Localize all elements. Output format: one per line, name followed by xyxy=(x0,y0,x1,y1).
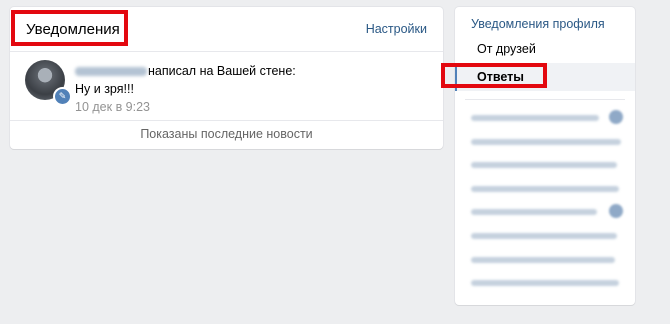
blurred-list-item[interactable] xyxy=(471,249,629,273)
avatar[interactable]: ✎ xyxy=(25,60,72,106)
notification-time[interactable]: 10 дек в 9:23 xyxy=(75,100,150,114)
blurred-list-item[interactable] xyxy=(471,201,629,225)
sidebar-title[interactable]: Уведомления профиля xyxy=(471,17,605,31)
highlight-box-title xyxy=(11,10,128,46)
sidebar-filter-card: Уведомления профиля От друзей Ответы xyxy=(455,7,635,305)
unread-badge xyxy=(609,110,623,124)
notification-message: Ну и зря!!! xyxy=(75,82,134,96)
notifications-card: Уведомления Настройки ✎ написал на Вашей… xyxy=(10,7,443,149)
divider xyxy=(465,99,625,100)
blurred-author-name[interactable] xyxy=(75,67,147,77)
notification-item[interactable]: ✎ написал на Вашей стене: Ну и зря!!! 10… xyxy=(10,52,443,121)
footer-note: Показаны последние новости xyxy=(140,127,313,141)
highlight-box-replies xyxy=(441,63,547,88)
blurred-list-item[interactable] xyxy=(471,154,629,178)
pencil-icon: ✎ xyxy=(53,87,72,106)
notification-header-line: написал на Вашей стене: xyxy=(75,64,296,78)
sidebar-item-from-friends[interactable]: От друзей xyxy=(477,42,536,56)
blurred-list-item[interactable] xyxy=(471,178,629,202)
blurred-list-item[interactable] xyxy=(471,272,629,296)
unread-badge xyxy=(609,204,623,219)
blurred-list-item[interactable] xyxy=(471,107,629,131)
settings-link[interactable]: Настройки xyxy=(366,22,427,36)
notification-action-text: написал на Вашей стене: xyxy=(148,64,296,78)
blurred-list-item[interactable] xyxy=(471,225,629,249)
notifications-header: Уведомления Настройки xyxy=(10,7,443,52)
blurred-list-item[interactable] xyxy=(471,131,629,155)
blurred-sidebar-list xyxy=(471,107,629,296)
